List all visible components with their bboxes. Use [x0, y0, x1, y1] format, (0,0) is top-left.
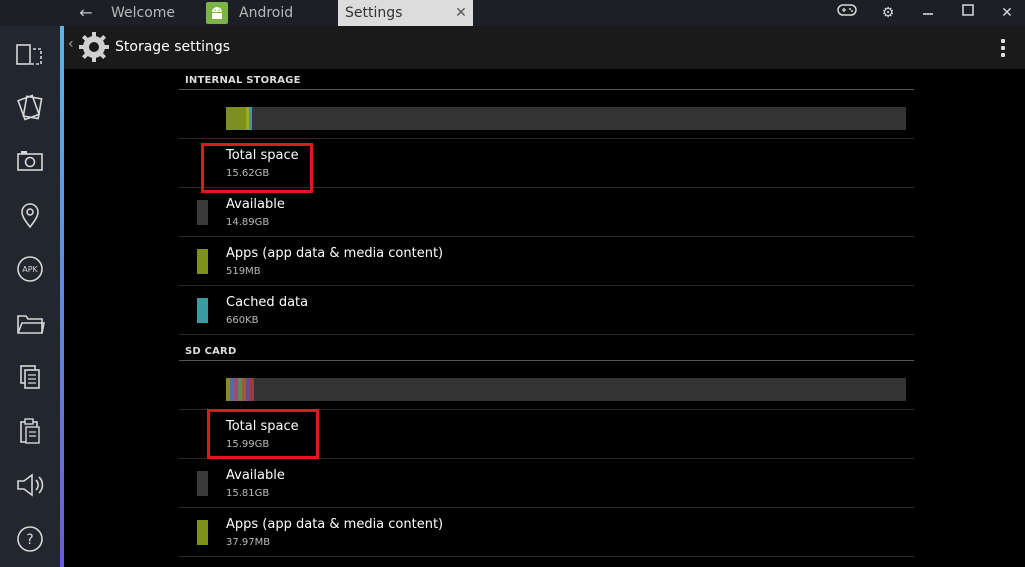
cards-icon[interactable]	[15, 92, 45, 122]
internal-available-row[interactable]: Available 14.89GB	[179, 188, 914, 237]
up-caret-icon[interactable]: ‹	[68, 36, 74, 52]
apps-swatch	[197, 520, 208, 545]
internal-storage-header-label: INTERNAL STORAGE	[185, 75, 301, 86]
row-title: Available	[226, 468, 285, 483]
highlight-sd-total	[207, 409, 319, 459]
row-title: Cached data	[226, 295, 309, 310]
cached-swatch	[197, 298, 208, 323]
back-arrow-icon[interactable]: ←	[76, 3, 96, 23]
storage-content: INTERNAL STORAGE Total space 15.62GB Ava…	[64, 69, 1025, 567]
row-title: Apps (app data & media content)	[226, 517, 444, 532]
android-icon	[206, 2, 228, 24]
tab-settings-label: Settings	[345, 5, 403, 21]
overflow-menu-icon[interactable]	[1001, 39, 1005, 57]
sd-apps-row[interactable]: Apps (app data & media content) 37.97MB	[179, 508, 914, 557]
sd-card-header: SD CARD	[179, 340, 914, 361]
tab-welcome[interactable]: Welcome	[111, 0, 175, 26]
internal-apps-row[interactable]: Apps (app data & media content) 519MB	[179, 237, 914, 286]
internal-usage-row	[179, 90, 914, 139]
row-title: Apps (app data & media content)	[226, 246, 444, 261]
camera-icon[interactable]	[15, 146, 45, 176]
sd-usage-row	[179, 361, 914, 410]
row-value: 15.81GB	[226, 488, 270, 499]
settings-app-icon[interactable]	[77, 30, 111, 64]
page-title: Storage settings	[115, 39, 231, 55]
sd-available-row[interactable]: Available 15.81GB	[179, 459, 914, 508]
usage-segment-cached	[249, 107, 252, 130]
paste-icon[interactable]	[15, 416, 45, 446]
rotate-icon[interactable]	[15, 39, 45, 69]
tab-welcome-label: Welcome	[111, 5, 176, 21]
volume-icon[interactable]	[15, 470, 45, 500]
row-title: Available	[226, 197, 285, 212]
help-icon[interactable]: ?	[15, 524, 45, 554]
folder-icon[interactable]	[15, 308, 45, 338]
copy-icon[interactable]	[15, 362, 45, 392]
tab-settings[interactable]: Settings ✕	[338, 0, 473, 26]
sd-card-header-label: SD CARD	[185, 346, 237, 357]
maximize-icon[interactable]	[957, 3, 979, 23]
gamepad-icon[interactable]	[836, 3, 858, 23]
available-swatch	[197, 471, 208, 496]
location-icon[interactable]	[15, 200, 45, 230]
internal-storage-header: INTERNAL STORAGE	[179, 69, 914, 90]
usage-segment-apps	[226, 107, 246, 130]
highlight-internal-total	[201, 143, 313, 193]
usage-segment-s7	[250, 378, 254, 401]
internal-usage-bar	[226, 107, 906, 130]
internal-cached-row[interactable]: Cached data 660KB	[179, 286, 914, 335]
title-bar: ← Welcome Android Settings ✕ ⚙ ✕	[0, 0, 1025, 26]
row-value: 660KB	[226, 315, 259, 326]
action-bar: ‹ Storage settings	[64, 26, 1025, 69]
tab-android-label: Android	[239, 5, 294, 21]
sd-usage-bar	[226, 378, 906, 401]
row-value: 519MB	[226, 266, 261, 277]
row-value: 37.97MB	[226, 537, 271, 548]
available-swatch	[197, 200, 208, 225]
close-window-icon[interactable]: ✕	[996, 3, 1018, 23]
apk-icon-label: APK	[22, 265, 38, 274]
help-icon-label: ?	[26, 532, 33, 548]
settings-gear-icon[interactable]: ⚙	[877, 3, 899, 23]
sidebar: APK ?	[0, 26, 60, 567]
apps-swatch	[197, 249, 208, 274]
row-value: 14.89GB	[226, 217, 270, 228]
close-tab-icon[interactable]: ✕	[453, 0, 469, 26]
apk-icon[interactable]: APK	[15, 254, 45, 284]
minimize-icon[interactable]	[917, 3, 939, 23]
